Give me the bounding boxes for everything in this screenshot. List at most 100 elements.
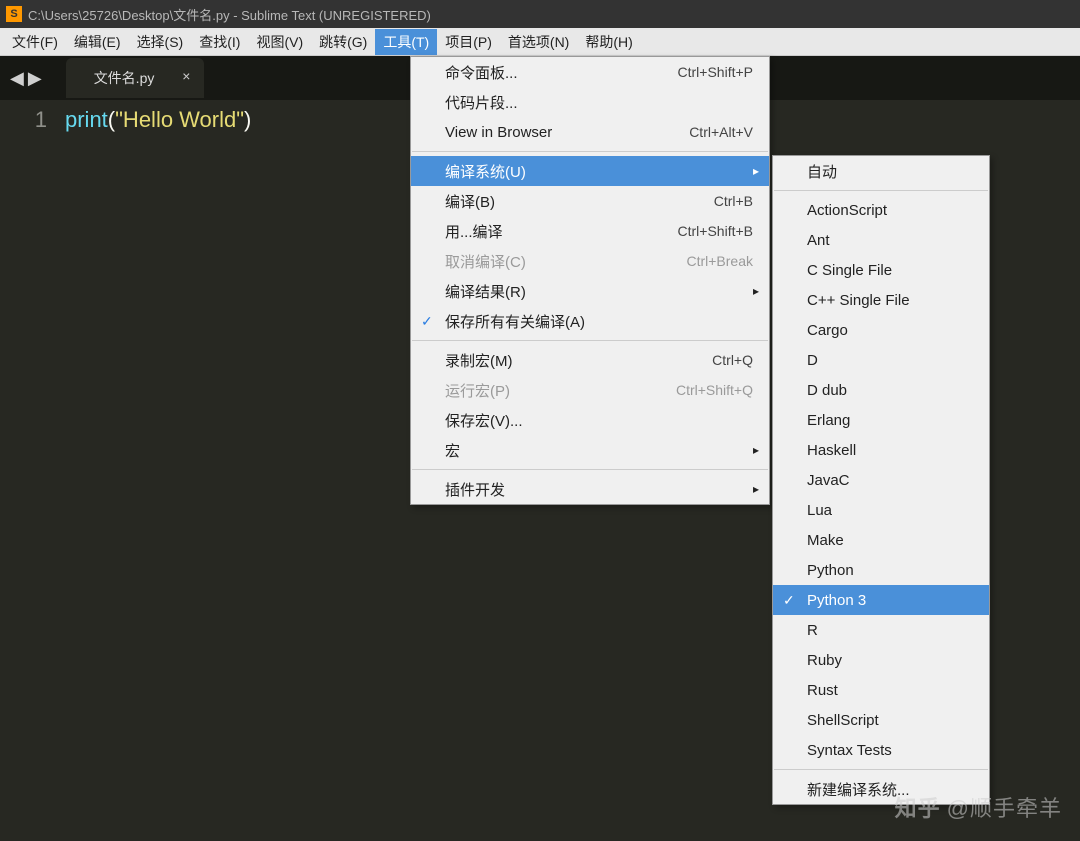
- tools-menu-item[interactable]: 代码片段...: [411, 87, 769, 117]
- check-icon: ✓: [421, 313, 433, 330]
- menu-item-label: Cargo: [807, 322, 973, 339]
- build-submenu-item[interactable]: Haskell: [773, 435, 989, 465]
- menu-item-label: R: [807, 622, 973, 639]
- menu-item-shortcut: Ctrl+Shift+P: [678, 64, 753, 80]
- tools-menu-item[interactable]: 编译(B)Ctrl+B: [411, 186, 769, 216]
- tab-nav-arrows: ◀ ▶: [10, 68, 42, 89]
- build-submenu-item[interactable]: Ruby: [773, 645, 989, 675]
- tools-menu-item[interactable]: 录制宏(M)Ctrl+Q: [411, 345, 769, 375]
- menu-item-label: 录制宏(M): [445, 350, 712, 371]
- build-submenu-item[interactable]: Syntax Tests: [773, 735, 989, 765]
- build-submenu-item[interactable]: Lua: [773, 495, 989, 525]
- menu-item-label: D dub: [807, 382, 973, 399]
- check-icon: ✓: [783, 592, 795, 609]
- menu-item-label: D: [807, 352, 973, 369]
- line-number: 1: [0, 104, 47, 136]
- menu-item-label: Syntax Tests: [807, 742, 973, 759]
- menu-item-label: View in Browser: [445, 124, 689, 141]
- menu-item-label: 保存所有有关编译(A): [445, 311, 753, 332]
- file-tab[interactable]: 文件名.py ×: [66, 58, 205, 98]
- zhihu-logo: 知乎: [895, 791, 941, 823]
- menu-separator: [774, 769, 988, 770]
- menu-item-label: 运行宏(P): [445, 380, 676, 401]
- chevron-right-icon: ▸: [753, 284, 759, 298]
- menu-item-label: 编译(B): [445, 191, 714, 212]
- build-submenu-item[interactable]: Make: [773, 525, 989, 555]
- build-submenu-item[interactable]: ActionScript: [773, 195, 989, 225]
- menu-project[interactable]: 项目(P): [437, 29, 500, 55]
- tab-forward-icon[interactable]: ▶: [28, 68, 42, 89]
- menu-separator: [774, 190, 988, 191]
- menu-separator: [412, 151, 768, 152]
- menu-help[interactable]: 帮助(H): [577, 29, 640, 55]
- build-submenu-item[interactable]: C++ Single File: [773, 285, 989, 315]
- menu-tools[interactable]: 工具(T): [375, 29, 437, 55]
- build-submenu-item[interactable]: D: [773, 345, 989, 375]
- menu-item-label: Haskell: [807, 442, 973, 459]
- menu-item-label: 编译结果(R): [445, 281, 753, 302]
- menu-separator: [412, 340, 768, 341]
- menu-item-label: 命令面板...: [445, 62, 678, 83]
- close-icon[interactable]: ×: [182, 68, 190, 84]
- tools-menu-item[interactable]: View in BrowserCtrl+Alt+V: [411, 117, 769, 147]
- tools-menu-item[interactable]: 宏▸: [411, 435, 769, 465]
- menu-item-label: Lua: [807, 502, 973, 519]
- menu-item-label: 插件开发: [445, 479, 753, 500]
- menu-item-label: Make: [807, 532, 973, 549]
- build-submenu-item[interactable]: ShellScript: [773, 705, 989, 735]
- menu-select[interactable]: 选择(S): [129, 29, 192, 55]
- token-string: "Hello World": [115, 107, 244, 132]
- menu-prefs[interactable]: 首选项(N): [500, 29, 577, 55]
- tab-back-icon[interactable]: ◀: [10, 68, 24, 89]
- gutter: 1: [0, 104, 65, 137]
- menu-goto[interactable]: 跳转(G): [311, 29, 375, 55]
- build-submenu-item[interactable]: Ant: [773, 225, 989, 255]
- build-submenu-item[interactable]: ✓ Python 3: [773, 585, 989, 615]
- tools-menu-item[interactable]: 用...编译Ctrl+Shift+B: [411, 216, 769, 246]
- build-submenu-item[interactable]: 自动: [773, 156, 989, 186]
- tools-menu-item: 运行宏(P)Ctrl+Shift+Q: [411, 375, 769, 405]
- title-bar: S C:\Users\25726\Desktop\文件名.py - Sublim…: [0, 0, 1080, 28]
- window-title: C:\Users\25726\Desktop\文件名.py - Sublime …: [28, 5, 431, 24]
- menu-item-label: Rust: [807, 682, 973, 699]
- chevron-right-icon: ▸: [753, 164, 759, 178]
- menu-item-label: Ant: [807, 232, 973, 249]
- menu-item-label: 用...编译: [445, 221, 678, 242]
- build-submenu-item[interactable]: Rust: [773, 675, 989, 705]
- menu-item-label: 取消编译(C): [445, 251, 686, 272]
- tab-label: 文件名.py: [94, 70, 155, 86]
- app-icon: S: [6, 6, 22, 22]
- tools-menu-item[interactable]: 编译结果(R)▸: [411, 276, 769, 306]
- menu-item-shortcut: Ctrl+Alt+V: [689, 124, 753, 140]
- tools-menu-item[interactable]: 命令面板...Ctrl+Shift+P: [411, 57, 769, 87]
- menu-item-shortcut: Ctrl+Break: [686, 253, 753, 269]
- menu-item-label: JavaC: [807, 472, 973, 489]
- menu-find[interactable]: 查找(I): [191, 29, 248, 55]
- menu-edit[interactable]: 编辑(E): [66, 29, 129, 55]
- build-submenu-item[interactable]: D dub: [773, 375, 989, 405]
- tools-menu-item[interactable]: 插件开发▸: [411, 474, 769, 504]
- token-function: print: [65, 107, 108, 132]
- menu-item-label: Python 3: [807, 592, 973, 609]
- tools-menu-item: 取消编译(C)Ctrl+Break: [411, 246, 769, 276]
- build-submenu-item[interactable]: Erlang: [773, 405, 989, 435]
- watermark-text: @顺手牵羊: [947, 791, 1062, 823]
- menu-item-label: Erlang: [807, 412, 973, 429]
- build-submenu-item[interactable]: JavaC: [773, 465, 989, 495]
- tools-menu-item[interactable]: ✓ 保存所有有关编译(A): [411, 306, 769, 336]
- build-submenu-item[interactable]: Python: [773, 555, 989, 585]
- tools-menu-item[interactable]: 保存宏(V)...: [411, 405, 769, 435]
- build-submenu-item[interactable]: R: [773, 615, 989, 645]
- menu-separator: [412, 469, 768, 470]
- chevron-right-icon: ▸: [753, 443, 759, 457]
- build-submenu-item[interactable]: Cargo: [773, 315, 989, 345]
- build-system-submenu: 自动 ActionScript Ant C Single FileC++ Single…: [772, 155, 990, 805]
- menu-file[interactable]: 文件(F): [4, 29, 66, 55]
- menu-view[interactable]: 视图(V): [248, 29, 311, 55]
- menu-item-label: Python: [807, 562, 973, 579]
- menu-item-label: 宏: [445, 440, 753, 461]
- menu-item-shortcut: Ctrl+Q: [712, 352, 753, 368]
- tools-menu-item[interactable]: 编译系统(U)▸: [411, 156, 769, 186]
- build-submenu-item[interactable]: C Single File: [773, 255, 989, 285]
- menu-item-label: 编译系统(U): [445, 161, 753, 182]
